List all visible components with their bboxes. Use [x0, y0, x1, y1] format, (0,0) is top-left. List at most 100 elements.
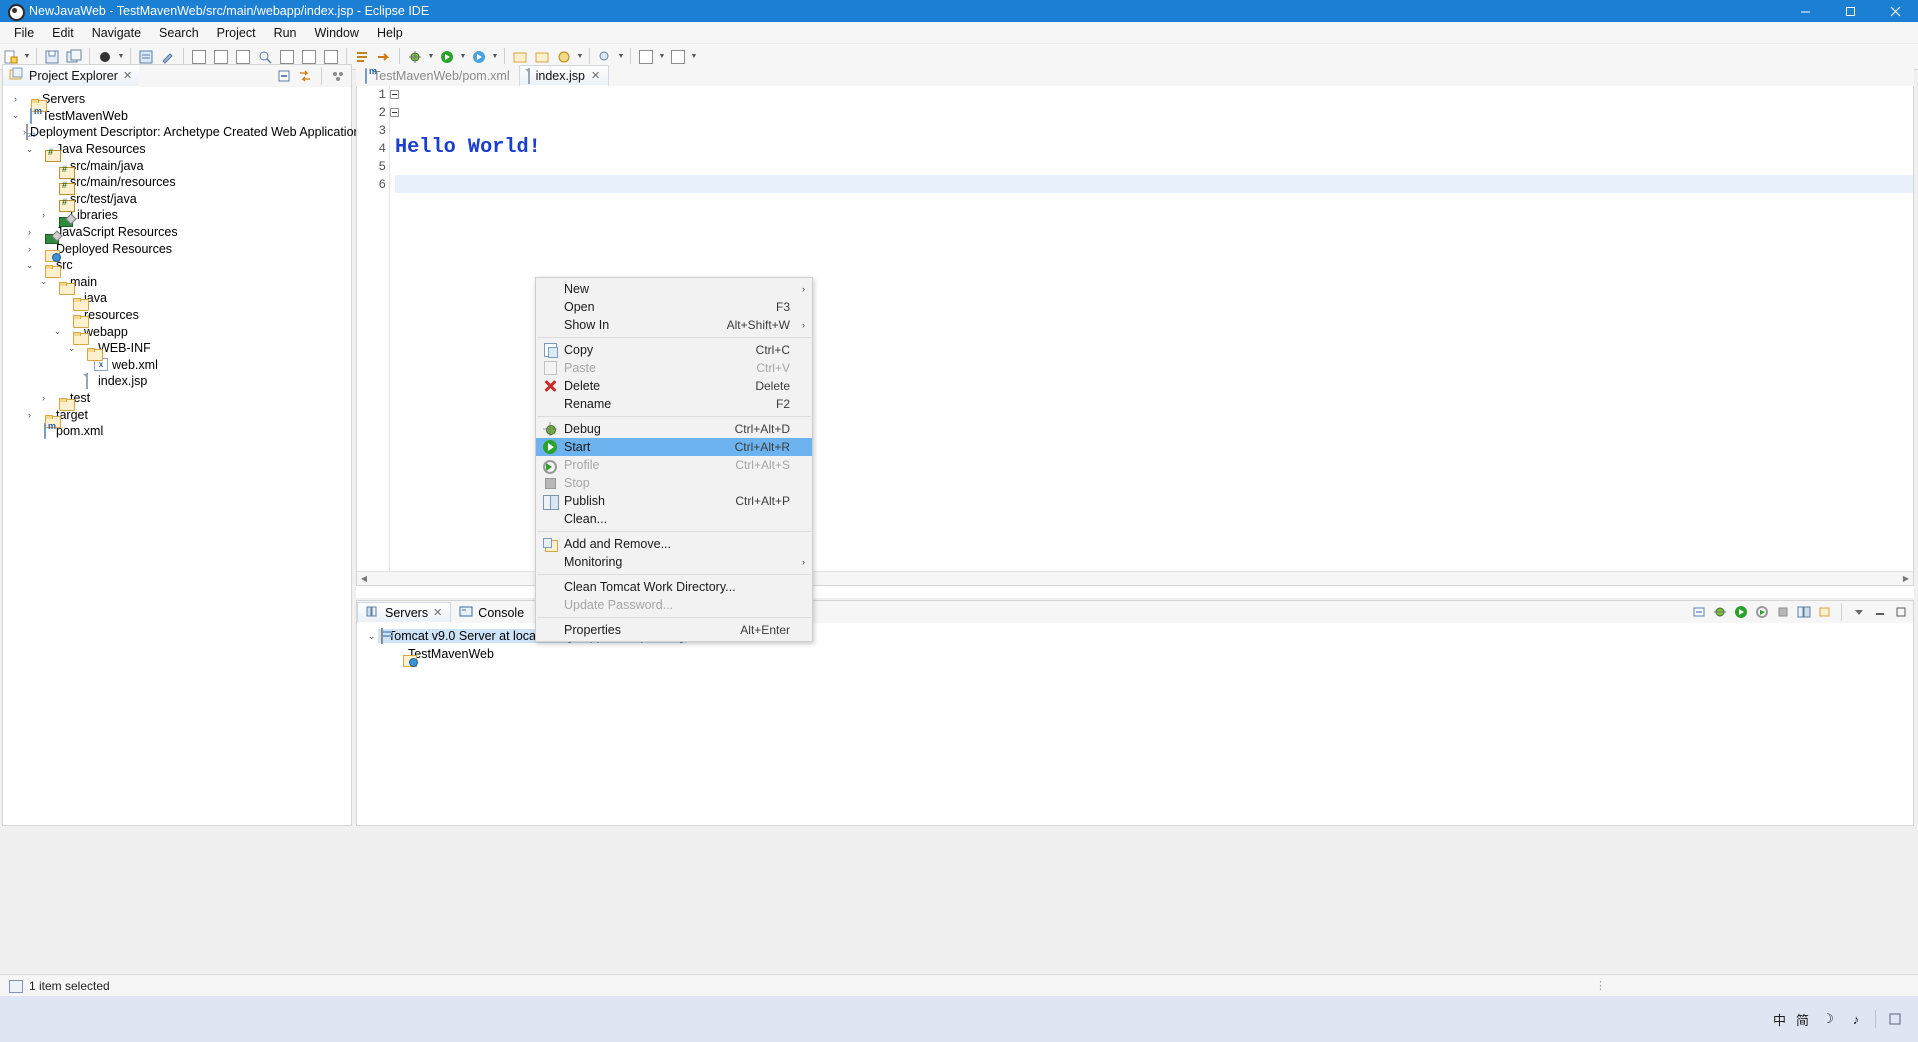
- tree-item[interactable]: ⌄Java Resources: [3, 141, 351, 158]
- menu-edit[interactable]: Edit: [43, 24, 83, 42]
- menu-item-monitoring[interactable]: Monitoring›: [536, 553, 812, 571]
- menu-run[interactable]: Run: [265, 24, 306, 42]
- servers-toolbar: [1690, 603, 1909, 621]
- tree-item[interactable]: pom.xml: [3, 423, 351, 440]
- tree-item[interactable]: src/test/java: [3, 191, 351, 208]
- twisty-collapsed-icon[interactable]: ›: [37, 210, 50, 220]
- view-menu-icon[interactable]: [329, 67, 347, 85]
- toolbar-separator: [630, 48, 631, 66]
- line-number-text: 4: [378, 142, 386, 156]
- server-context-menu[interactable]: New›OpenF3Show InAlt+Shift+W› CopyCtrl+C P…: [535, 277, 813, 642]
- twisty-collapsed-icon[interactable]: ›: [23, 227, 36, 237]
- twisty-expanded-icon[interactable]: ⌄: [23, 144, 36, 155]
- close-button[interactable]: [1873, 0, 1918, 22]
- editor-tab[interactable]: TestMavenWeb/pom.xml: [356, 65, 519, 86]
- moon-icon[interactable]: ☽: [1819, 1010, 1837, 1028]
- maximize-button[interactable]: [1828, 0, 1873, 22]
- menu-item-copy[interactable]: CopyCtrl+C: [536, 341, 812, 359]
- tree-item[interactable]: src/main/resources: [3, 174, 351, 191]
- menu-item-start[interactable]: StartCtrl+Alt+R: [536, 438, 812, 456]
- close-icon[interactable]: ✕: [123, 69, 132, 82]
- menu-item-label: Clean Tomcat Work Directory...: [564, 580, 736, 594]
- code-line[interactable]: [395, 86, 1913, 104]
- tree-item[interactable]: ›Servers: [3, 91, 351, 108]
- menu-item-clean[interactable]: Clean...: [536, 510, 812, 528]
- line-number-text: 2: [378, 106, 386, 120]
- status-resize-handle[interactable]: ⋮: [1595, 979, 1608, 992]
- menu-search[interactable]: Search: [150, 24, 208, 42]
- ime-mode-indicator[interactable]: 简: [1796, 1010, 1809, 1029]
- menu-help[interactable]: Help: [368, 24, 412, 42]
- profile-server-icon[interactable]: [1753, 604, 1770, 621]
- debug-server-icon[interactable]: [1711, 604, 1728, 621]
- twisty-expanded-icon[interactable]: ⌄: [51, 326, 64, 337]
- tree-item[interactable]: ⌄webapp: [3, 323, 351, 340]
- code-line[interactable]: [395, 104, 1913, 122]
- tree-item[interactable]: ›JavaScript Resources: [3, 224, 351, 241]
- tree-item[interactable]: xweb.xml: [3, 357, 351, 374]
- tab-project-explorer[interactable]: Project Explorer ✕: [3, 65, 139, 87]
- menu-item-add-and-remove[interactable]: Add and Remove...: [536, 535, 812, 553]
- menu-item-show-in[interactable]: Show InAlt+Shift+W›: [536, 316, 812, 334]
- twisty-collapsed-icon[interactable]: ›: [23, 410, 36, 420]
- tab-console[interactable]: Console: [451, 602, 532, 623]
- editor-tab[interactable]: index.jsp✕: [519, 65, 610, 86]
- twisty-expanded-icon[interactable]: ⌄: [365, 631, 378, 642]
- menu-project[interactable]: Project: [208, 24, 265, 42]
- close-icon[interactable]: ✕: [433, 606, 442, 619]
- link-with-editor-icon[interactable]: [296, 67, 314, 85]
- code-line[interactable]: [395, 193, 1913, 211]
- menu-window[interactable]: Window: [306, 24, 368, 42]
- sound-icon[interactable]: ♪: [1847, 1010, 1865, 1028]
- scroll-right-icon[interactable]: ▶: [1899, 574, 1913, 583]
- minimize-view-icon[interactable]: [1871, 604, 1888, 621]
- tree-item[interactable]: ⌄WEB-INF: [3, 340, 351, 357]
- publish-server-icon[interactable]: [1795, 604, 1812, 621]
- server-row[interactable]: TestMavenWeb: [357, 645, 1913, 663]
- tree-item[interactable]: java: [3, 290, 351, 307]
- scroll-left-icon[interactable]: ◀: [357, 574, 371, 583]
- menu-file[interactable]: File: [5, 24, 43, 42]
- menu-item-clean-tomcat-work-directory[interactable]: Clean Tomcat Work Directory...: [536, 578, 812, 596]
- twisty-expanded-icon[interactable]: ⌄: [23, 260, 36, 271]
- tab-servers[interactable]: Servers ✕: [357, 602, 451, 623]
- menu-item-debug[interactable]: DebugCtrl+Alt+D: [536, 420, 812, 438]
- code-line[interactable]: [395, 157, 1913, 175]
- project-tree[interactable]: ›Servers⌄TestMavenWeb›Deployment Descrip…: [3, 87, 351, 439]
- source-code[interactable]: Hello World!: [395, 86, 1913, 211]
- menu-item-properties[interactable]: PropertiesAlt+Enter: [536, 621, 812, 639]
- menu-navigate[interactable]: Navigate: [83, 24, 150, 42]
- status-text: 1 item selected: [29, 979, 110, 993]
- menu-item-label: Monitoring: [564, 555, 622, 569]
- menu-item-open[interactable]: OpenF3: [536, 298, 812, 316]
- start-server-icon[interactable]: [1732, 604, 1749, 621]
- code-line[interactable]: Hello World!: [395, 139, 1913, 157]
- ime-language-indicator[interactable]: 中: [1773, 1010, 1786, 1029]
- tree-item[interactable]: ›test: [3, 390, 351, 407]
- code-line[interactable]: [395, 175, 1913, 193]
- menu-item-rename[interactable]: RenameF2: [536, 395, 812, 413]
- tree-item[interactable]: ⌄TestMavenWeb: [3, 108, 351, 125]
- tree-item[interactable]: resources: [3, 307, 351, 324]
- menu-item-delete[interactable]: DeleteDelete: [536, 377, 812, 395]
- close-icon[interactable]: ✕: [591, 69, 600, 82]
- line-number: 2: [357, 104, 389, 122]
- twisty-collapsed-icon[interactable]: ›: [37, 393, 50, 403]
- twisty-collapsed-icon[interactable]: ›: [23, 244, 36, 254]
- minimize-button[interactable]: [1783, 0, 1828, 22]
- tree-item[interactable]: index.jsp: [3, 373, 351, 390]
- stop-server-icon[interactable]: [1774, 604, 1791, 621]
- tree-item[interactable]: ›Libraries: [3, 207, 351, 224]
- console-output-icon[interactable]: [1690, 604, 1707, 621]
- add-remove-server-icon[interactable]: [1816, 604, 1833, 621]
- maximize-view-icon[interactable]: [1892, 604, 1909, 621]
- menu-item-publish[interactable]: PublishCtrl+Alt+P: [536, 492, 812, 510]
- twisty-collapsed-icon[interactable]: ›: [9, 94, 22, 104]
- twisty-expanded-icon[interactable]: ⌄: [9, 110, 22, 121]
- menu-item-new[interactable]: New›: [536, 280, 812, 298]
- view-menu-icon[interactable]: [1850, 604, 1867, 621]
- tree-item[interactable]: ›Deployment Descriptor: Archetype Create…: [3, 124, 351, 141]
- menu-item-shortcut: Ctrl+Alt+P: [735, 494, 790, 508]
- tray-expand-icon[interactable]: [1886, 1010, 1904, 1028]
- collapse-all-icon[interactable]: [275, 67, 293, 85]
